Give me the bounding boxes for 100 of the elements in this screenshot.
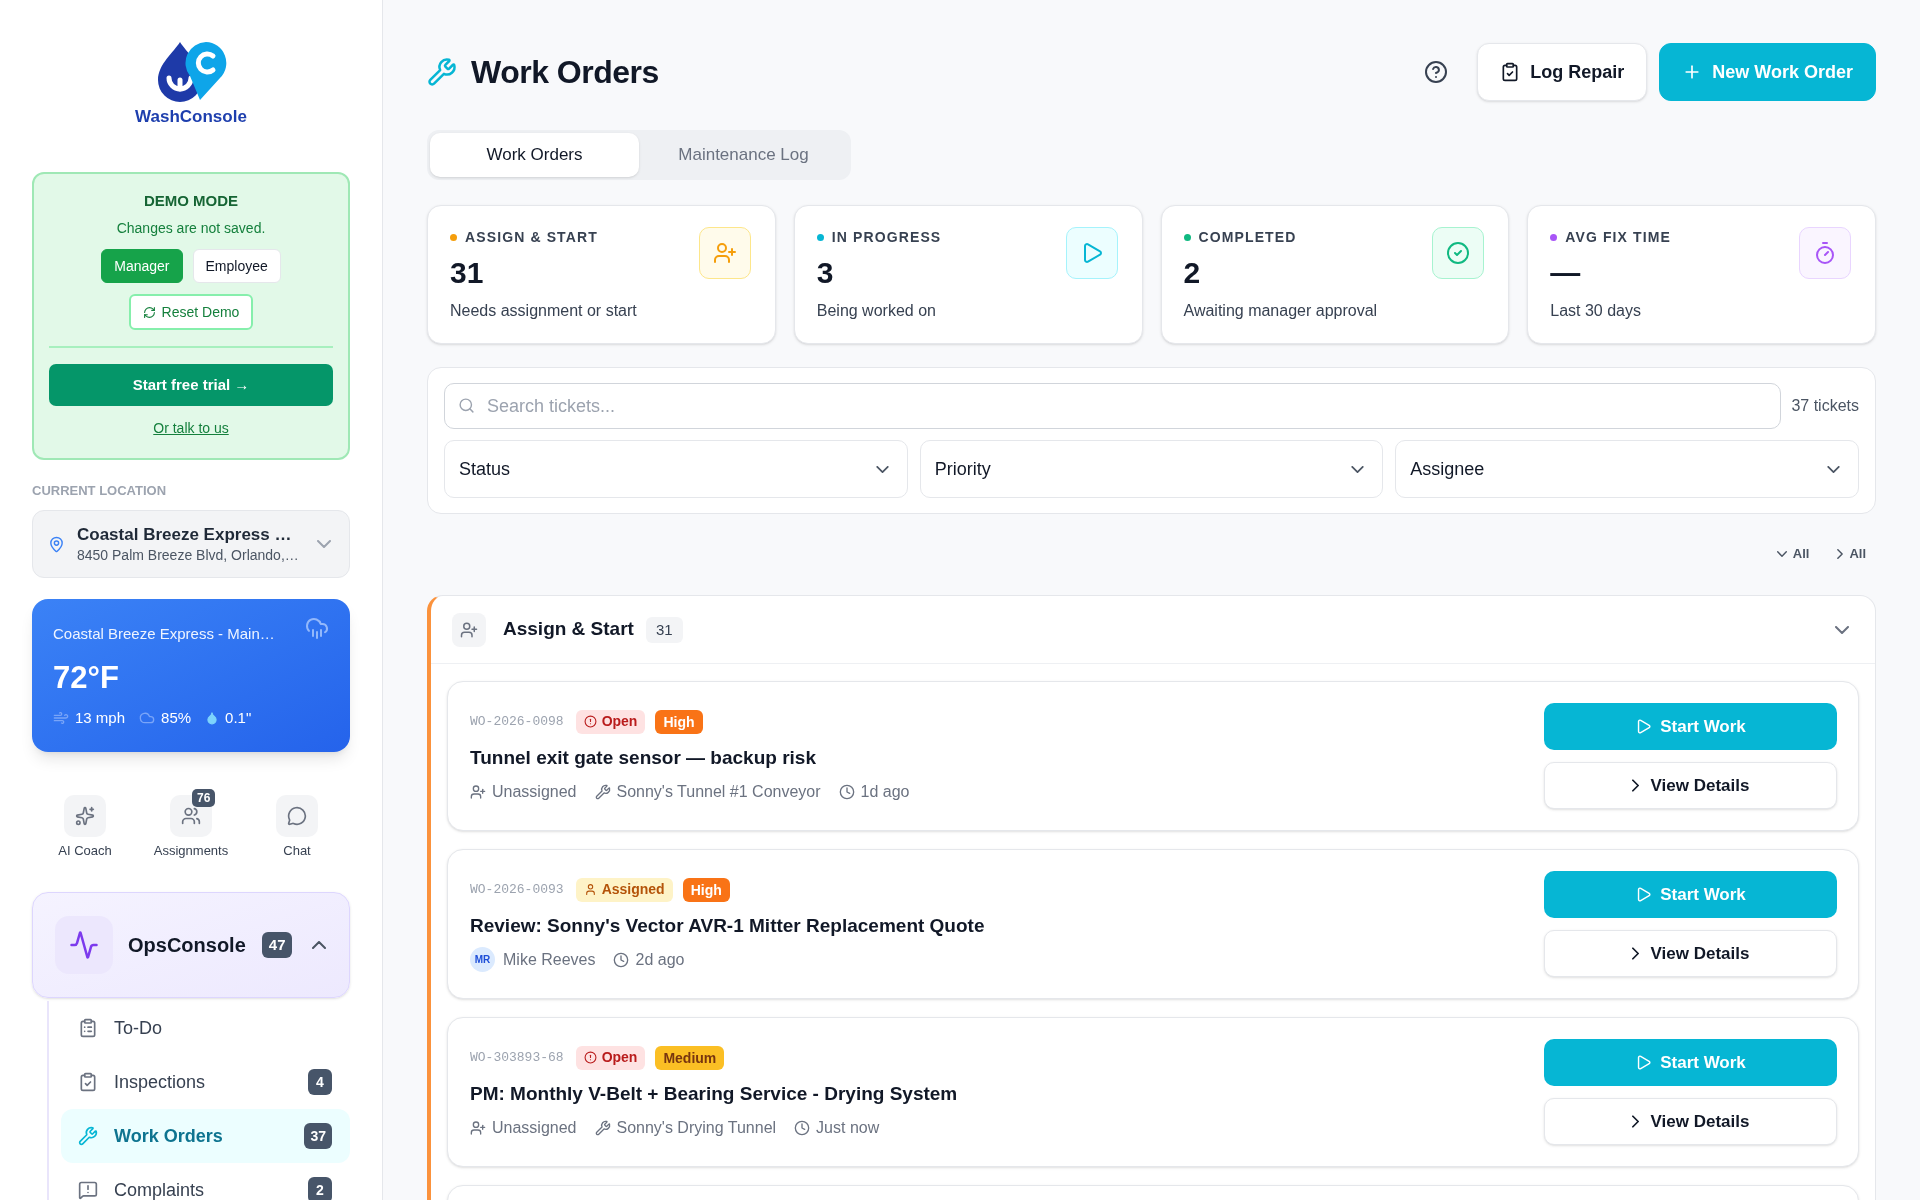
count-badge: 47 [261,932,293,958]
shortcut-button[interactable]: AI Coach [58,795,112,859]
chevron-down-icon [1776,551,1787,557]
section-toggle[interactable]: OpsConsole 47 [32,892,350,998]
play-icon [1635,886,1653,903]
shortcut-button[interactable]: Chat [276,795,318,859]
refresh-icon [142,305,156,319]
order-title: PM: Monthly V-Belt + Bearing Service - Drying System [470,1081,958,1106]
stat-caption: Last 30 days [1550,301,1641,321]
stat-value: 31 [450,255,484,291]
tab[interactable]: Maintenance Log [639,133,848,177]
user-plus-icon [452,612,486,647]
user-avatar: MR [470,947,495,972]
start-trial-button[interactable]: Start free trial → [49,364,333,406]
alert-circle-icon [583,715,597,728]
status-text: Open [601,712,638,731]
stopwatch-icon [1799,227,1851,279]
nav-item[interactable]: Complaints 2 [61,1163,350,1200]
user-plus-icon [470,783,486,800]
order-id: WO-2026-0098 [470,712,564,731]
log-repair-button[interactable]: Log Repair [1477,43,1648,101]
people-icon [170,795,212,837]
stat-label: IN PROGRESS [831,227,942,247]
nav-item[interactable]: Work Orders 37 [61,1109,350,1163]
stat-caption: Being worked on [816,301,936,321]
chevron-right-icon [1631,1115,1639,1128]
weather-location: Coastal Breeze Express - Main… [53,624,275,644]
stat-label: ASSIGN & START [465,227,598,247]
droplet-icon [205,711,220,725]
nav-item[interactable]: To-Do [61,1001,350,1055]
chevron-down-icon [875,465,889,473]
clock-icon [838,783,855,800]
chevron-right-icon [1837,549,1844,559]
count-badge: 76 [192,789,216,807]
order-title: Tunnel exit gate sensor — backup risk [470,745,816,770]
talk-link[interactable]: Or talk to us [153,418,229,438]
stat-caption: Needs assignment or start [450,301,637,321]
stat-value: 3 [816,255,834,291]
search-field[interactable]: Search tickets... [444,383,1782,429]
filter-select[interactable]: Assignee [1395,440,1859,498]
location-address: 8450 Palm Breeze Blvd, Orlando,… [77,546,300,564]
reset-demo-button[interactable]: Reset Demo [128,294,254,330]
wrench-icon [427,57,457,87]
wind-icon [53,710,69,726]
humidity: 85% [161,708,192,728]
view-details-button[interactable]: View Details [1544,762,1837,809]
chevron-down-icon [1827,465,1840,473]
clock-icon [613,951,630,968]
tab[interactable]: Work Orders [430,133,639,177]
expand-all-button[interactable]: All [1776,544,1810,564]
play-icon [1065,227,1118,279]
demo-title: DEMO MODE [143,191,239,211]
role-toggle[interactable]: Employee [192,249,281,283]
page-title: Work Orders [471,53,659,92]
group-title: Assign & Start [503,617,634,642]
clipboard-list-icon [78,1018,98,1038]
pulse-icon [55,916,113,974]
status-text: Assigned [601,880,665,899]
order-id: WO-2026-0093 [470,880,564,899]
precipitation: 0.1" [225,708,252,728]
time-text: Just now [816,1117,880,1138]
wind-speed: 13 mph [75,708,126,728]
nav-item[interactable]: Inspections 4 [61,1055,350,1109]
stat-caption: Awaiting manager approval [1183,301,1378,321]
chat-bubble-icon [276,795,318,837]
order-title: Review: Sonny's Vector AVR-1 Mitter Replacement Quote [470,913,985,938]
location-selector[interactable]: Coastal Breeze Express … 8450 Palm Breeze Blvd, Orlando,… [32,510,350,578]
assignee-text: Unassigned [492,781,577,802]
assignee-text: Unassigned [492,1117,577,1138]
play-icon [1635,718,1653,735]
user-icon [583,883,597,896]
equipment-text: Sonny's Drying Tunnel [616,1117,777,1138]
stat-label: AVG FIX TIME [1565,227,1671,247]
wrench-icon [78,1126,98,1146]
priority-badge: High [655,709,703,734]
view-details-button[interactable]: View Details [1544,1098,1837,1145]
order-id: WO-303893-68 [470,1048,564,1067]
section-label: CURRENT LOCATION [32,483,167,499]
alert-circle-icon [583,1051,597,1064]
chevron-right-icon [1631,779,1639,792]
location-name: Coastal Breeze Express … [77,524,293,546]
wrench-icon [594,783,611,800]
chevron-right-icon [1631,947,1639,960]
search-icon [458,397,475,414]
time-text: 2d ago [635,949,685,970]
temperature: 72°F [53,660,119,696]
filter-select[interactable]: Priority [919,440,1384,498]
chevron-down-icon[interactable] [1835,625,1849,634]
stat-value: 2 [1183,255,1201,291]
map-pin-icon [48,535,65,553]
count-badge: 31 [645,616,683,643]
clipboard-check-icon [78,1072,98,1092]
view-details-button[interactable]: View Details [1544,930,1837,977]
demo-note: Changes are not saved. [116,219,266,237]
collapse-all-button[interactable]: All [1837,544,1866,564]
sparkles-icon [64,795,106,837]
help-icon[interactable] [1424,60,1449,84]
filter-select[interactable]: Status [444,440,908,498]
status-text: Open [601,1048,638,1067]
stat-value: — [1550,255,1581,291]
